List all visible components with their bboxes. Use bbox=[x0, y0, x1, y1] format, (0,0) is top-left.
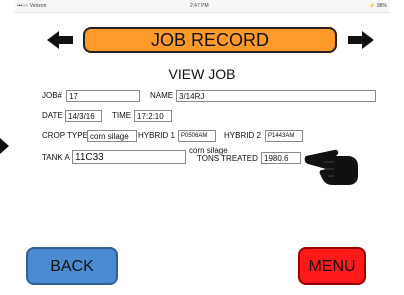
view-job-title: VIEW JOB bbox=[168, 66, 236, 82]
tons-treated-label: TONS TREATED bbox=[197, 154, 258, 163]
arrow-right-icon[interactable] bbox=[348, 31, 374, 49]
date-label: DATE bbox=[42, 111, 63, 120]
name-label: NAME bbox=[150, 91, 174, 100]
tons-treated-field[interactable]: 1980.6 bbox=[261, 152, 301, 164]
crop-type-label: CROP TYPE bbox=[42, 131, 88, 140]
overlay-crop-text: corn silage bbox=[188, 146, 229, 155]
back-button[interactable]: BACK bbox=[26, 247, 118, 285]
pointing-hand-icon bbox=[304, 149, 358, 185]
arrow-left-icon[interactable] bbox=[47, 31, 73, 49]
name-field[interactable]: 3/14RJ bbox=[176, 90, 376, 102]
crop-type-field[interactable]: corn silage bbox=[87, 130, 137, 142]
hybrid2-field[interactable]: P1443AM bbox=[265, 130, 303, 142]
tank-label: TANK A bbox=[42, 153, 70, 162]
date-field[interactable]: 14/3/16 bbox=[65, 110, 102, 122]
hybrid2-label: HYBRID 2 bbox=[224, 131, 261, 140]
tank-field[interactable]: 11C33 bbox=[72, 150, 186, 164]
hybrid1-field[interactable]: P0506AM bbox=[178, 130, 216, 142]
left-pointer-icon bbox=[0, 138, 9, 154]
job-number-field[interactable]: 17 bbox=[66, 90, 140, 102]
carrier-label: •••○○ Verizon bbox=[17, 3, 47, 9]
battery-indicator: ⚡ 98% bbox=[369, 3, 387, 9]
page-title: JOB RECORD bbox=[83, 27, 337, 53]
time-label: TIME bbox=[112, 111, 132, 120]
menu-button[interactable]: MENU bbox=[298, 247, 366, 285]
hybrid1-label: HYBRID 1 bbox=[138, 131, 175, 140]
status-bar: •••○○ Verizon 2:47 PM ⚡ 98% bbox=[14, 0, 390, 13]
clock: 2:47 PM bbox=[190, 3, 209, 9]
time-field[interactable]: 17:2:10 bbox=[134, 110, 172, 122]
job-label: JOB# bbox=[42, 91, 63, 100]
